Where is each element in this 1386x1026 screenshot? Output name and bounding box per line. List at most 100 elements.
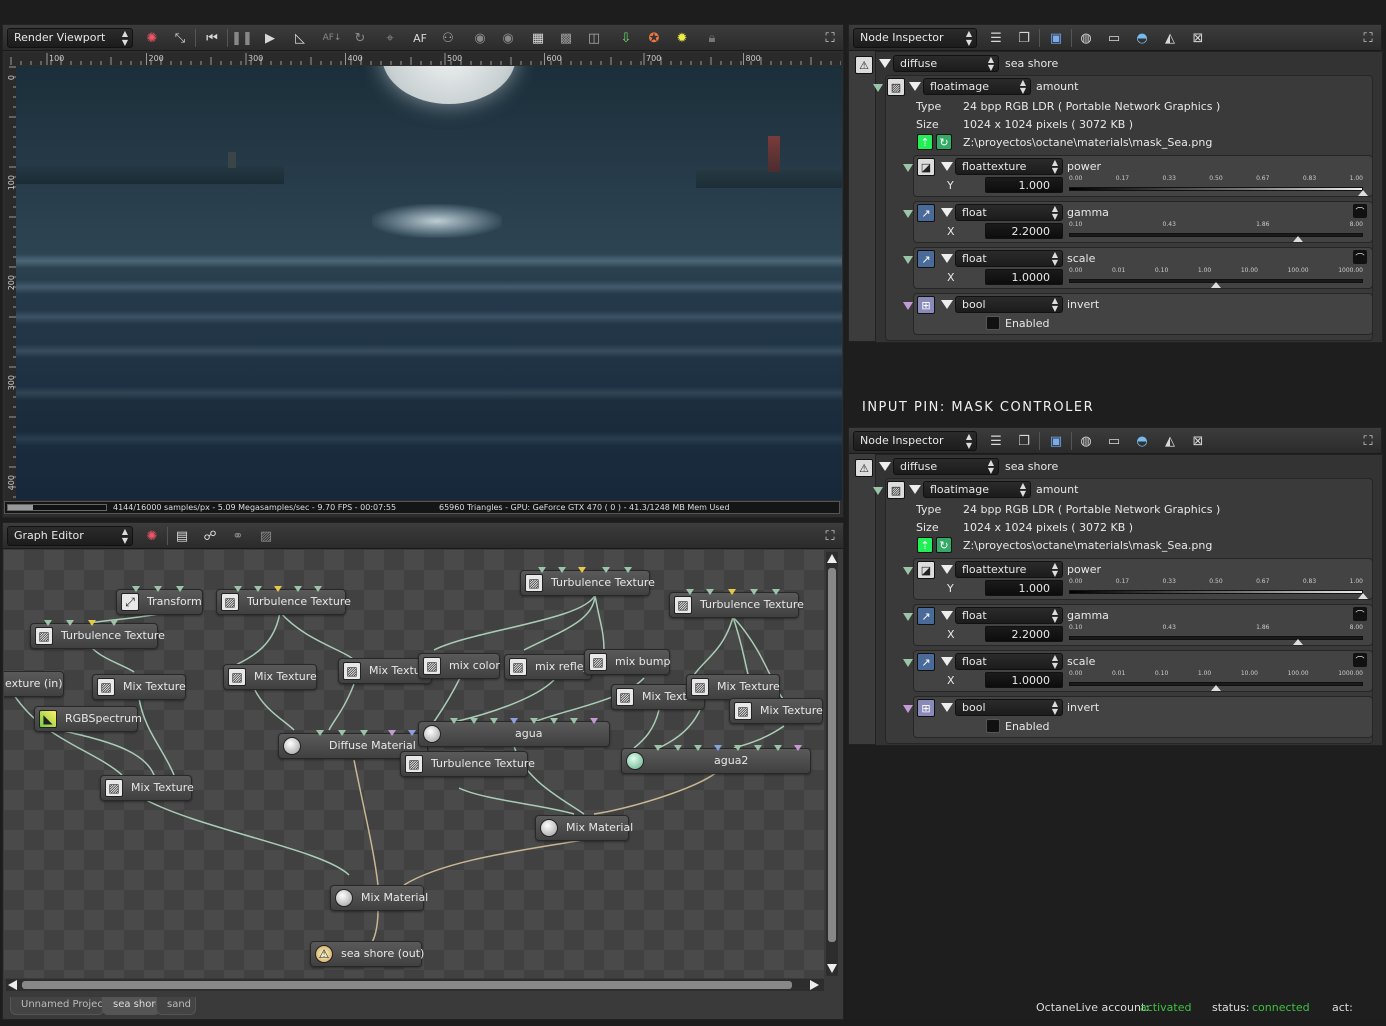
inspector-maximize-icon[interactable]: ⛶ xyxy=(1359,432,1377,450)
invert-type-select[interactable]: bool ▲ ▼ xyxy=(955,699,1063,716)
image-type-select[interactable]: floatimage ▲ ▼ xyxy=(923,481,1031,498)
light-icon[interactable]: ✹ xyxy=(673,29,691,47)
curve-icon[interactable]: ⌒ xyxy=(1353,250,1367,264)
expand-gamma-icon[interactable] xyxy=(941,208,953,217)
link-icon[interactable]: ⚭ xyxy=(229,527,247,545)
import-icon[interactable]: ☍ xyxy=(201,527,219,545)
recenter-icon[interactable]: ◺ xyxy=(291,29,309,47)
expand-gamma-icon[interactable] xyxy=(941,611,953,620)
rotate-icon[interactable]: ↻ xyxy=(351,29,369,47)
camera-icon[interactable]: ◍ xyxy=(1077,29,1095,47)
gamma-slider-thumb[interactable] xyxy=(1293,236,1304,242)
save-icon[interactable]: ▤ xyxy=(173,527,191,545)
scale-slider-thumb[interactable] xyxy=(1211,685,1221,691)
autofocus-icon[interactable]: AF↓ xyxy=(323,29,342,47)
pick-focus-icon[interactable]: ⌖ xyxy=(381,29,399,47)
copy-icon[interactable]: ❐ xyxy=(1015,29,1033,47)
image-type-select[interactable]: floatimage ▲ ▼ xyxy=(923,78,1031,95)
clear-icon[interactable]: ✺ xyxy=(143,527,161,545)
gamma-value[interactable]: 2.2000 xyxy=(985,626,1063,642)
viewport-selector[interactable]: Render Viewport ▲ ▼ xyxy=(7,28,133,48)
rgb-spectrum-node[interactable]: ◣ RGBSpectrum xyxy=(34,706,142,732)
pause-icon[interactable]: ❚❚ xyxy=(231,29,253,47)
mix-material-node-2[interactable]: Mix Material xyxy=(330,885,428,911)
material-type-select[interactable]: diffuse ▲ ▼ xyxy=(893,458,999,475)
power-value[interactable]: 1.000 xyxy=(985,580,1063,596)
expand-material-icon[interactable] xyxy=(879,59,891,68)
collapse-icon[interactable]: ☰ xyxy=(987,432,1005,450)
image-icon[interactable]: ▣ xyxy=(1047,29,1065,47)
turbulence-texture-node-4[interactable]: ▨ Turbulence Texture xyxy=(30,623,165,649)
imager-icon[interactable]: ◭ xyxy=(1161,432,1179,450)
tab-sea-shore[interactable]: sea shore xyxy=(102,997,161,1015)
mix-texture-node-7[interactable]: ▨ Mix Texture xyxy=(100,775,194,801)
turbulence-texture-node-1[interactable]: ▨ Turbulence Texture xyxy=(216,589,351,615)
invert-checkbox[interactable] xyxy=(986,316,1000,330)
scale-type-select[interactable]: float ▲ ▼ xyxy=(955,250,1063,267)
checker-icon[interactable]: ▩ xyxy=(557,29,575,47)
graph-canvas[interactable]: ⤢ Transform ▨ Turbulence Texture ▨ Turbulen… xyxy=(4,550,824,978)
film-icon[interactable]: ▭ xyxy=(1105,432,1123,450)
expand-invert-icon[interactable] xyxy=(941,300,953,309)
turbulence-texture-node-5[interactable]: ▨ Turbulence Texture xyxy=(400,751,535,777)
mix-texture-node-1[interactable]: ▨ Mix Texture xyxy=(92,674,186,700)
expand-invert-icon[interactable] xyxy=(941,703,953,712)
restart-render-icon[interactable]: ⏮ xyxy=(203,29,221,47)
graph-editor-selector[interactable]: Graph Editor ▲ ▼ xyxy=(7,526,133,546)
mix-texture-node-6[interactable]: ▨ Mix Texture xyxy=(729,698,823,724)
scale-slider-thumb[interactable] xyxy=(1211,282,1221,288)
invert-type-select[interactable]: bool ▲ ▼ xyxy=(955,296,1063,313)
clear-render-icon[interactable]: ✺ xyxy=(143,29,161,47)
graph-maximize-icon[interactable]: ⛶ xyxy=(821,527,839,545)
pick-material-icon[interactable]: ⚇ xyxy=(439,29,457,47)
power-slider-thumb[interactable] xyxy=(1358,593,1368,599)
scroll-down-icon[interactable] xyxy=(827,964,837,973)
sea-shore-out-node[interactable]: ⚠ sea shore (out) xyxy=(310,941,424,967)
power-slider[interactable]: 0.00 0.17 0.33 0.50 0.67 0.83 1.00 xyxy=(1069,175,1368,197)
curve-icon[interactable]: ⌒ xyxy=(1353,607,1367,621)
curve-icon[interactable]: ⌒ xyxy=(1353,204,1367,218)
mix-texture-node-5[interactable]: ▨ Mix Texture xyxy=(686,674,780,700)
power-slider-thumb[interactable] xyxy=(1358,190,1368,196)
load-image-icon[interactable]: ⇡ xyxy=(917,134,933,150)
film-region-icon[interactable]: ◫ xyxy=(585,29,603,47)
scale-value[interactable]: 1.0000 xyxy=(985,672,1063,688)
gamma-slider-thumb[interactable] xyxy=(1293,639,1304,645)
mix-material-node-1[interactable]: Mix Material xyxy=(535,815,633,841)
turbulence-texture-node-3[interactable]: ▨ Turbulence Texture xyxy=(669,592,804,618)
power-slider[interactable]: 0.00 0.17 0.33 0.50 0.67 0.83 1.00 xyxy=(1069,578,1368,600)
turbulence-texture-node-2[interactable]: ▨ Turbulence Texture xyxy=(520,570,655,596)
scroll-up-icon[interactable] xyxy=(827,554,837,563)
expand-power-icon[interactable] xyxy=(941,162,953,171)
mix-bump-node[interactable]: ▨ mix bump xyxy=(584,649,670,675)
mix-color-node[interactable]: ▨ mix color xyxy=(418,653,500,679)
region-icon[interactable]: ▦ xyxy=(529,29,547,47)
inspector-selector[interactable]: Node Inspector ▲ ▼ xyxy=(853,28,977,48)
export-icon[interactable]: ⇩ xyxy=(617,29,635,47)
agua2-node[interactable]: agua2 xyxy=(621,748,811,774)
transform-node[interactable]: ⤢ Transform xyxy=(116,589,203,615)
gamma-slider[interactable]: 0.10 0.43 1.86 8.00 xyxy=(1069,624,1363,646)
imager-icon[interactable]: ◭ xyxy=(1161,29,1179,47)
inspector-maximize-icon[interactable]: ⛶ xyxy=(1359,29,1377,47)
image-icon[interactable]: ▣ xyxy=(1047,432,1065,450)
reload-image-icon[interactable]: ↻ xyxy=(936,537,952,553)
expand-image-icon[interactable] xyxy=(909,485,921,494)
agua-node[interactable]: agua xyxy=(418,721,610,747)
kernel-icon[interactable]: ⊠ xyxy=(1189,432,1207,450)
invert-checkbox[interactable] xyxy=(986,719,1000,733)
kernel-icon[interactable]: ⊠ xyxy=(1189,29,1207,47)
environment-icon[interactable]: ◓ xyxy=(1133,29,1151,47)
material-type-select[interactable]: diffuse ▲ ▼ xyxy=(893,55,999,72)
expand-scale-icon[interactable] xyxy=(941,657,953,666)
environment-icon[interactable]: ◓ xyxy=(1133,432,1151,450)
texture-in-node[interactable]: exture (in) xyxy=(4,671,64,697)
graph-scrollbar-horizontal[interactable] xyxy=(6,979,824,991)
lock-icon[interactable]: 🔒︎ xyxy=(703,29,721,47)
inspector-selector[interactable]: Node Inspector ▲ ▼ xyxy=(853,431,977,451)
af-button[interactable]: AF xyxy=(411,29,429,47)
power-value[interactable]: 1.000 xyxy=(985,177,1063,193)
fit-view-icon[interactable]: ⤡ xyxy=(171,29,189,47)
scale-type-select[interactable]: float ▲ ▼ xyxy=(955,653,1063,670)
tab-sand[interactable]: sand xyxy=(156,997,196,1015)
